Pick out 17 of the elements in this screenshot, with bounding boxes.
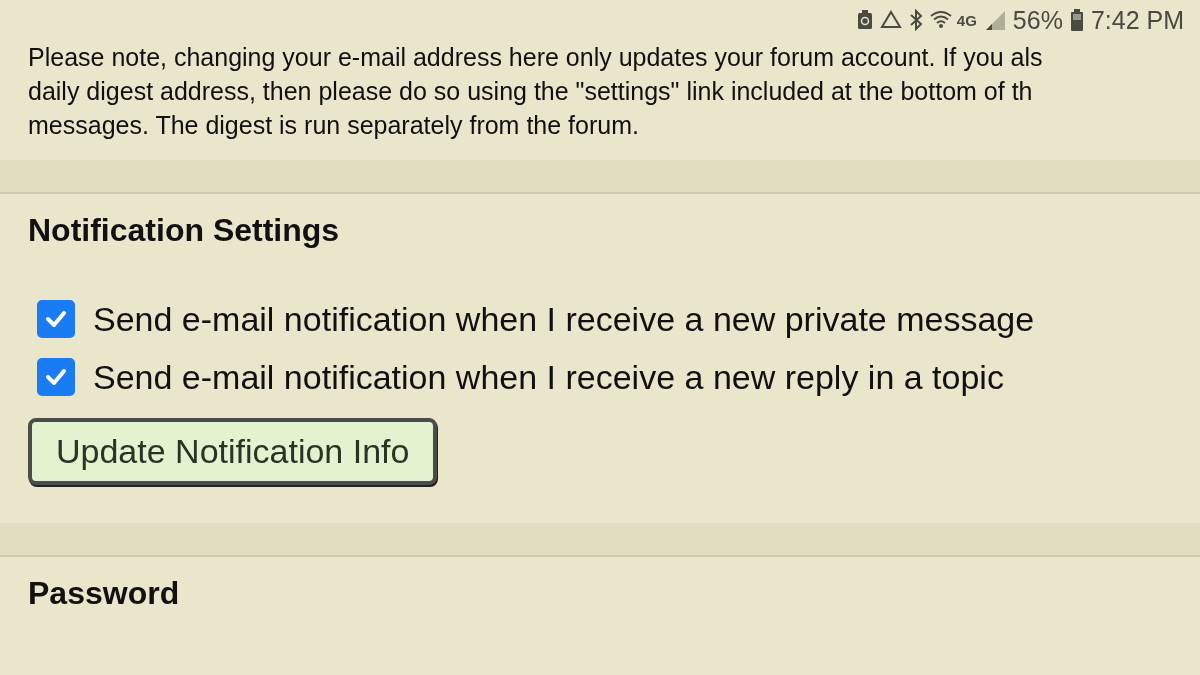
checkbox-label: Send e-mail notification when I receive a new reply in a topic bbox=[93, 358, 1004, 396]
update-notification-button[interactable]: Update Notification Info bbox=[28, 418, 438, 485]
section-heading: Notification Settings bbox=[28, 211, 341, 250]
notice-text-line: messages. The digest is run separately from the forum. bbox=[28, 110, 640, 141]
battery-saver-icon bbox=[856, 10, 873, 30]
checkbox-label: Send e-mail notification when I receive a new private message bbox=[93, 300, 1035, 338]
bluetooth-icon bbox=[908, 9, 923, 31]
wifi-icon bbox=[929, 10, 952, 30]
battery-icon bbox=[1069, 9, 1084, 31]
network-type: 4G bbox=[956, 11, 977, 29]
battery-percent: 56% bbox=[1012, 5, 1063, 35]
section-heading: Password bbox=[28, 574, 181, 613]
checkbox[interactable] bbox=[37, 300, 75, 338]
notice-text-line: daily digest address, then please do so using the "settings" link included at the bottom of th bbox=[28, 76, 1034, 107]
clock: 7:42 PM bbox=[1090, 5, 1184, 35]
notice-text-line: Please note, changing your e-mail address here only updates your forum account. If you als bbox=[28, 42, 1044, 73]
checkbox[interactable] bbox=[37, 358, 75, 396]
